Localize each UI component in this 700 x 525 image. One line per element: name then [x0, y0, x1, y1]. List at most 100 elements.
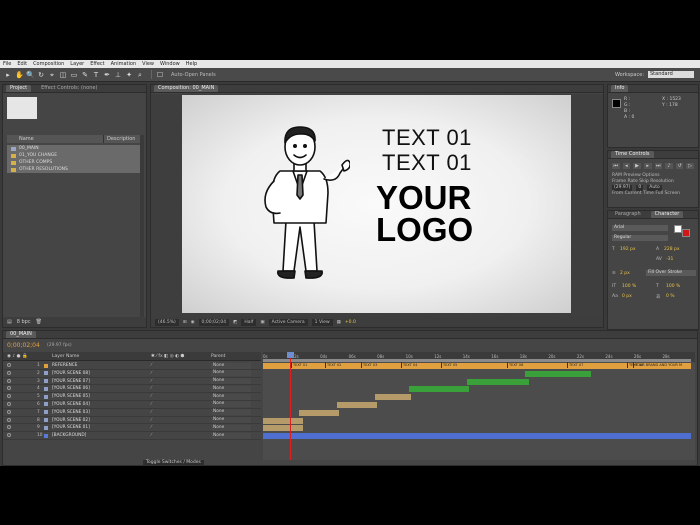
- menu-file[interactable]: File: [3, 61, 11, 67]
- region-icon[interactable]: ▣: [260, 320, 264, 325]
- camera-dropdown[interactable]: Active Camera: [268, 318, 308, 326]
- tab-paragraph[interactable]: Paragraph: [611, 211, 645, 218]
- parent-dropdown[interactable]: None: [211, 393, 251, 400]
- layer-marker[interactable]: TEXT 02: [325, 362, 345, 368]
- layer-duration-bar[interactable]: [375, 394, 411, 401]
- layer-track[interactable]: TEXT 01 TEXT 02 TEXT 03 TEXT 04 TEXT 05 TEXT …: [263, 362, 695, 370]
- tracking-value[interactable]: -31: [666, 257, 673, 262]
- layer-track[interactable]: [263, 401, 695, 409]
- composition-canvas[interactable]: TEXT 01 TEXT 01 YOUR LOGO: [182, 95, 571, 313]
- visibility-eye-icon[interactable]: [7, 425, 11, 430]
- stroke-width-value[interactable]: 2 px: [620, 271, 630, 276]
- tab-composition[interactable]: Composition: 00_MAIN: [154, 85, 219, 92]
- layer-track[interactable]: [263, 370, 695, 378]
- font-style-dropdown[interactable]: Regular: [612, 235, 668, 241]
- horizontal-scale-value[interactable]: 100 %: [666, 284, 680, 289]
- grid-icon[interactable]: ⊞: [183, 320, 187, 325]
- timeline-layer-row[interactable]: 4 [YOUR SCENE 06] ⁄ None: [3, 385, 261, 394]
- full-screen-checkbox[interactable]: Full Screen: [655, 191, 680, 196]
- channel-icon[interactable]: ▦: [337, 320, 341, 325]
- layer-marker[interactable]: TEXT 07: [567, 362, 587, 368]
- stroke-mode-dropdown[interactable]: Fill Over Stroke: [646, 270, 696, 276]
- layer-track[interactable]: [263, 393, 695, 401]
- project-item-you-change[interactable]: 01_YOU CHANGE: [7, 152, 141, 159]
- layer-duration-bar[interactable]: [525, 370, 591, 377]
- snapshot-icon[interactable]: ◉: [191, 320, 195, 325]
- layer-name[interactable]: [YOUR SCENE 02]: [52, 418, 90, 423]
- tab-timeline-main[interactable]: 00_MAIN: [6, 331, 36, 338]
- play-icon[interactable]: ▶: [633, 163, 641, 169]
- parent-dropdown[interactable]: None: [211, 409, 251, 416]
- playhead-line[interactable]: [290, 352, 291, 460]
- rotate-tool-icon[interactable]: ↻: [37, 71, 45, 79]
- parent-dropdown[interactable]: None: [211, 362, 251, 369]
- tsume-value[interactable]: 0 %: [666, 294, 675, 299]
- parent-dropdown[interactable]: None: [211, 401, 251, 408]
- puppet-tool-icon[interactable]: ⌕: [136, 71, 144, 79]
- camera-tool-icon[interactable]: ⌖: [48, 71, 56, 79]
- timeline-layer-row[interactable]: 9 [YOUR SCENE 01] ⁄ None: [3, 424, 261, 433]
- font-size-value[interactable]: 192 px: [620, 247, 636, 252]
- parent-dropdown[interactable]: None: [211, 424, 251, 431]
- timeline-tracks[interactable]: 0s 02s 04s 06s 08s 10s 12s 14s 16s 18s 20s 22s 24s 26…: [263, 352, 695, 460]
- layer-switches[interactable]: ⁄: [151, 410, 152, 415]
- menu-composition[interactable]: Composition: [33, 61, 64, 67]
- fill-color-swatch[interactable]: [674, 225, 682, 233]
- layer-switches[interactable]: ⁄: [151, 418, 152, 423]
- from-current-time-checkbox[interactable]: From Current Time: [612, 191, 654, 196]
- ram-preview-icon[interactable]: ▷: [686, 163, 694, 169]
- timeline-layer-row[interactable]: 3 [YOUR SCENE 07] ⁄ None: [3, 378, 261, 386]
- layer-marker[interactable]: TEXT 01: [291, 362, 311, 368]
- layer-duration-bar[interactable]: [299, 409, 339, 416]
- layer-label-color[interactable]: [44, 402, 48, 407]
- clone-tool-icon[interactable]: ⊥: [114, 71, 122, 79]
- layer-track[interactable]: [263, 417, 695, 425]
- parent-dropdown[interactable]: None: [211, 378, 251, 385]
- timeline-layer-row[interactable]: 10 [BACKGROUND] ⁄ None: [3, 432, 261, 440]
- layer-switches[interactable]: ⁄: [151, 379, 152, 384]
- layer-track[interactable]: [263, 378, 695, 386]
- logo-line-1[interactable]: YOUR: [376, 181, 471, 214]
- layer-duration-bar[interactable]: [263, 425, 303, 432]
- timeline-current-time[interactable]: 0;00;02;04: [7, 342, 40, 349]
- parent-dropdown[interactable]: None: [211, 417, 251, 424]
- column-name[interactable]: Name: [7, 135, 103, 143]
- playhead-handle[interactable]: [287, 352, 294, 358]
- menu-layer[interactable]: Layer: [70, 61, 84, 67]
- layer-marker[interactable]: TEXT 03: [361, 362, 381, 368]
- pen-tool-icon[interactable]: ✎: [81, 71, 89, 79]
- layer-label-color[interactable]: [44, 410, 48, 415]
- layer-name[interactable]: [YOUR SCENE 06]: [52, 386, 90, 391]
- layer-switches[interactable]: ⁄: [151, 394, 152, 399]
- menu-effect[interactable]: Effect: [90, 61, 104, 67]
- layer-label-color[interactable]: [44, 418, 48, 423]
- layer-marker[interactable]: TEXT 04: [401, 362, 421, 368]
- auto-open-checkbox[interactable]: ☐: [156, 71, 164, 79]
- menu-help[interactable]: Help: [186, 61, 197, 67]
- selection-tool-icon[interactable]: ▸: [4, 71, 12, 79]
- resolution-dropdown[interactable]: Half: [241, 318, 257, 326]
- layer-marker[interactable]: YOUR BRAND AND YOUR M: [633, 362, 691, 368]
- leading-value[interactable]: 228 px: [664, 247, 680, 252]
- timeline-layer-row[interactable]: 7 [YOUR SCENE 03] ⁄ None: [3, 409, 261, 417]
- layer-switches[interactable]: ⁄: [151, 433, 152, 438]
- timeline-layer-row[interactable]: 8 [YOUR SCENE 02] ⁄ None: [3, 417, 261, 425]
- layer-name[interactable]: [BACKGROUND]: [52, 433, 86, 438]
- visibility-eye-icon[interactable]: [7, 417, 11, 422]
- parent-dropdown[interactable]: None: [211, 385, 251, 392]
- zoom-tool-icon[interactable]: 🔍: [26, 71, 35, 79]
- layer-marker[interactable]: TEXT 06: [507, 362, 527, 368]
- tab-project[interactable]: Project: [6, 85, 32, 92]
- tab-info[interactable]: Info: [611, 85, 629, 92]
- visibility-eye-icon[interactable]: [7, 378, 11, 383]
- timeline-layer-row[interactable]: 5 [YOUR SCENE 05] ⁄ None: [3, 393, 261, 401]
- layer-duration-bar[interactable]: [337, 402, 377, 408]
- parent-dropdown[interactable]: None: [211, 370, 251, 377]
- layer-label-color[interactable]: [44, 371, 48, 376]
- timeline-layer-row[interactable]: 2 [YOUR SCENE 08] ⁄ None: [3, 370, 261, 378]
- layer-duration-bar[interactable]: [263, 417, 303, 424]
- vertical-scale-value[interactable]: 100 %: [622, 284, 636, 289]
- eraser-tool-icon[interactable]: ✦: [125, 71, 133, 79]
- layer-track[interactable]: [263, 424, 695, 432]
- layer-name[interactable]: [YOUR SCENE 04]: [52, 402, 90, 407]
